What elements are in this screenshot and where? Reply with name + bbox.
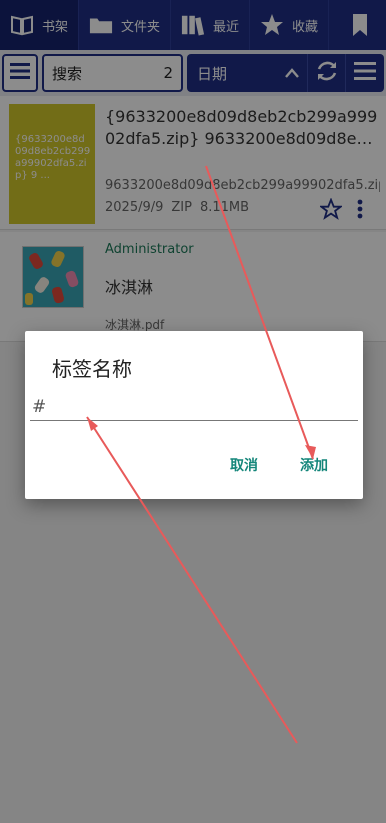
cancel-button[interactable]: 取消: [230, 455, 258, 475]
tag-name-dialog: 标签名称 取消 添加: [25, 331, 363, 499]
dialog-title: 标签名称: [52, 357, 132, 381]
add-button[interactable]: 添加: [300, 455, 328, 475]
tag-name-input[interactable]: [30, 393, 358, 421]
